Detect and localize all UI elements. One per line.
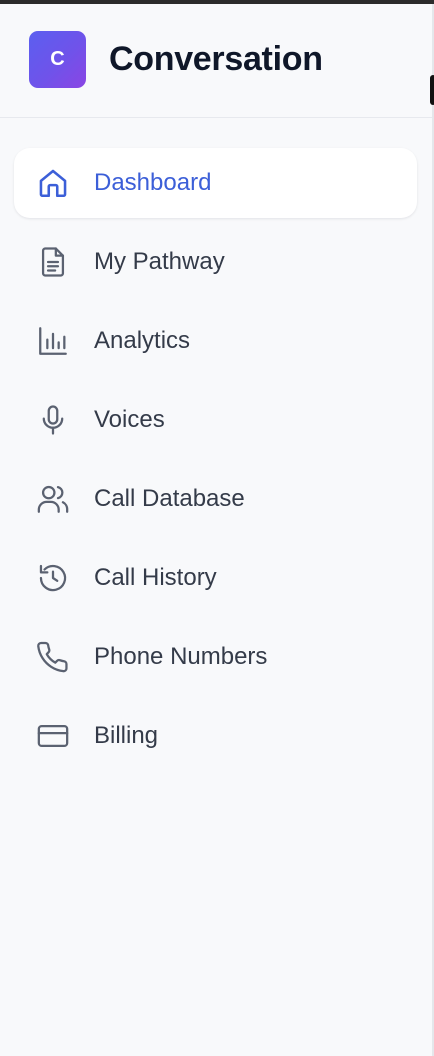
app-title: Conversation — [109, 40, 323, 78]
sidebar-item-label: Analytics — [94, 327, 191, 354]
sidebar-item-call-database[interactable]: Call Database — [14, 464, 417, 534]
sidebar-nav: Dashboard My Pathway Analytics Voices Ca… — [0, 118, 432, 771]
microphone-icon — [36, 403, 70, 437]
sidebar-item-label: My Pathway — [94, 248, 225, 275]
users-icon — [36, 482, 70, 516]
sidebar-item-call-history[interactable]: Call History — [14, 543, 417, 613]
sidebar-item-analytics[interactable]: Analytics — [14, 306, 417, 376]
sidebar-item-label: Voices — [94, 406, 165, 433]
content-edge-peek — [430, 75, 434, 105]
sidebar-header: C Conversation — [0, 4, 432, 118]
sidebar-item-voices[interactable]: Voices — [14, 385, 417, 455]
sidebar-item-label: Dashboard — [94, 169, 212, 196]
sidebar-item-label: Billing — [94, 722, 159, 749]
sidebar-item-label: Phone Numbers — [94, 643, 268, 670]
sidebar: C Conversation Dashboard My Pathway Anal… — [0, 4, 432, 1056]
bar-chart-icon — [36, 324, 70, 358]
sidebar-item-billing[interactable]: Billing — [14, 701, 417, 771]
sidebar-item-label: Call History — [94, 564, 217, 591]
sidebar-item-my-pathway[interactable]: My Pathway — [14, 227, 417, 297]
history-icon — [36, 561, 70, 595]
sidebar-item-dashboard[interactable]: Dashboard — [14, 148, 417, 218]
phone-icon — [36, 640, 70, 674]
document-icon — [36, 245, 70, 279]
credit-card-icon — [36, 719, 70, 753]
app-logo[interactable]: C — [29, 31, 86, 88]
home-icon — [36, 166, 70, 200]
logo-letter: C — [50, 48, 65, 70]
sidebar-item-phone-numbers[interactable]: Phone Numbers — [14, 622, 417, 692]
sidebar-item-label: Call Database — [94, 485, 245, 512]
